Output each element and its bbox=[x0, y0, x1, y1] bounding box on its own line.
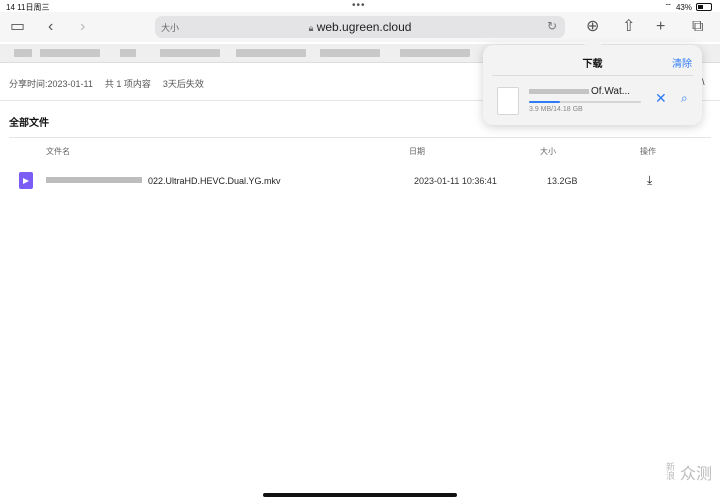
downloads-popover: 下载 清除 Of.Wat... 3.9 MB/14.18 GB ✕ ⌕ bbox=[483, 36, 702, 125]
download-progress-fill bbox=[529, 101, 560, 103]
download-icon[interactable]: ⊕ bbox=[586, 18, 599, 36]
new-tab-icon[interactable]: + bbox=[656, 18, 665, 36]
header-size: 大小 bbox=[540, 147, 556, 156]
download-file-icon[interactable]: ⤓ bbox=[647, 173, 652, 188]
forward-icon[interactable]: › bbox=[80, 18, 85, 36]
wifi-icon: ⌔ bbox=[664, 2, 672, 11]
clear-button[interactable]: 清除 bbox=[672, 55, 692, 70]
sidebar-icon[interactable]: ▭ bbox=[10, 18, 25, 36]
section-title: 全部文件 bbox=[9, 118, 49, 129]
document-icon bbox=[497, 87, 519, 115]
url-value: web.ugreen.cloud bbox=[316, 20, 412, 34]
watermark-char2: 浪 bbox=[665, 471, 675, 481]
favorite-item[interactable] bbox=[400, 49, 470, 57]
expiry-text: 3天后失效 bbox=[162, 79, 204, 89]
download-progress-bar bbox=[529, 101, 641, 103]
status-date: 11日周三 bbox=[17, 3, 50, 12]
header-name: 文件名 bbox=[46, 147, 70, 156]
battery-icon bbox=[696, 3, 712, 11]
file-size: 13.2GB bbox=[547, 176, 578, 186]
download-size: 3.9 MB/14.18 GB bbox=[529, 106, 583, 113]
watermark-chars: 新浪 bbox=[666, 463, 676, 481]
url-text: 🔒︎ web.ugreen.cloud bbox=[155, 20, 565, 34]
share-meta: 分享时间:2023-01-11 共 1 项内容 3天后失效 bbox=[9, 77, 204, 90]
favorite-item[interactable] bbox=[236, 49, 306, 57]
reveal-download-icon[interactable]: ⌕ bbox=[681, 91, 688, 106]
download-name-text: Of.Wat... bbox=[591, 86, 631, 97]
reload-icon[interactable]: ↻ bbox=[547, 19, 557, 33]
cancel-download-icon[interactable]: ✕ bbox=[655, 90, 667, 107]
status-time: 14 bbox=[6, 3, 15, 12]
watermark-text: 众测 bbox=[679, 466, 712, 483]
favorite-item[interactable] bbox=[40, 49, 100, 57]
item-count: 共 1 项内容 bbox=[104, 79, 151, 89]
back-icon[interactable]: ‹ bbox=[48, 18, 53, 36]
table-row[interactable]: 022.UltraHD.HEVC.Dual.YG.mkv 2023-01-11 … bbox=[0, 168, 720, 196]
download-item-name: Of.Wat... bbox=[529, 86, 645, 97]
favorite-item[interactable] bbox=[120, 49, 136, 57]
partial-edge-text: \ bbox=[702, 77, 705, 87]
favorite-item[interactable] bbox=[160, 49, 220, 57]
home-indicator[interactable] bbox=[263, 493, 457, 497]
share-icon[interactable]: ⇧ bbox=[622, 18, 635, 36]
popover-divider bbox=[492, 75, 693, 76]
redacted-name bbox=[529, 88, 589, 94]
status-bar: 14 11日周三 ••• ⌔ 43% bbox=[0, 0, 720, 12]
favorite-item[interactable] bbox=[14, 49, 32, 57]
status-right: ⌔ 43% bbox=[664, 2, 712, 12]
section-divider bbox=[9, 137, 711, 138]
share-time: 分享时间:2023-01-11 bbox=[9, 79, 93, 89]
video-file-icon bbox=[19, 172, 33, 189]
tabs-icon[interactable]: ⧉ bbox=[692, 18, 703, 36]
header-date: 日期 bbox=[409, 147, 425, 156]
battery-percent: 43% bbox=[675, 2, 692, 12]
file-date: 2023-01-11 10:36:41 bbox=[414, 176, 497, 186]
file-name[interactable]: 022.UltraHD.HEVC.Dual.YG.mkv bbox=[148, 176, 281, 186]
lock-icon: 🔒︎ bbox=[308, 23, 314, 33]
multitasking-dots-icon[interactable]: ••• bbox=[352, 0, 366, 11]
watermark: 新浪 众测 bbox=[666, 460, 712, 484]
header-action: 操作 bbox=[640, 147, 656, 156]
redacted-filename bbox=[46, 177, 142, 183]
address-bar[interactable]: 大小 🔒︎ web.ugreen.cloud ↻ bbox=[155, 16, 565, 38]
favorite-item[interactable] bbox=[320, 49, 380, 57]
downloads-title: 下载 bbox=[582, 59, 603, 70]
